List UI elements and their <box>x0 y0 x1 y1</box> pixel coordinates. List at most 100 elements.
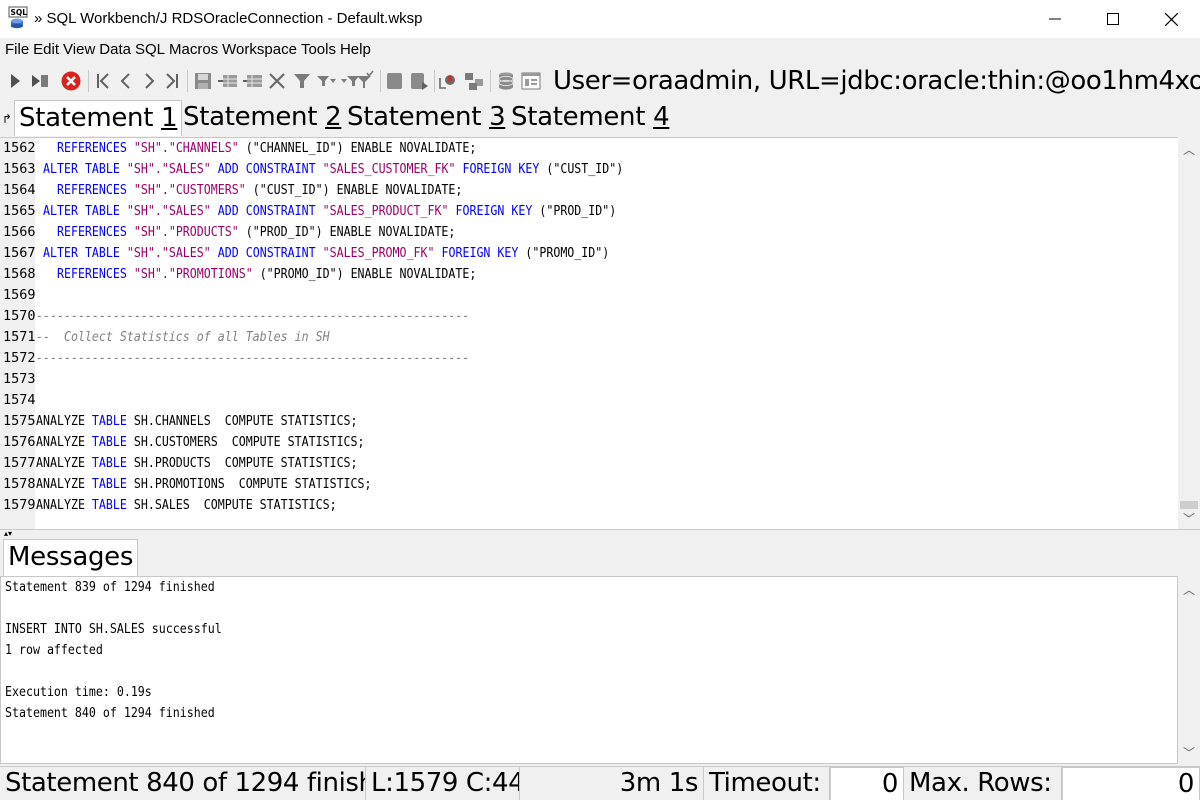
max-rows-input[interactable]: 0 <box>1062 767 1200 800</box>
tab-messages[interactable]: Messages <box>3 539 139 576</box>
sql-keyword: TABLE <box>91 413 127 429</box>
cancel-icon <box>61 71 81 91</box>
minimize-button[interactable] <box>1026 0 1084 38</box>
commit-button[interactable] <box>384 70 406 92</box>
tab-label: Statement <box>19 103 162 133</box>
scroll-thumb[interactable] <box>1180 501 1198 509</box>
save-button[interactable] <box>192 70 214 92</box>
line-number: 1578 <box>3 476 36 492</box>
next-record-button[interactable] <box>138 70 160 92</box>
reset-filter-button[interactable] <box>353 70 375 92</box>
line-number: 1563 <box>3 161 36 177</box>
messages-vertical-scrollbar[interactable]: ︿ ﹀ <box>1178 576 1200 764</box>
sql-keyword: TABLE <box>91 497 127 513</box>
toolbar: User=oraadmin, URL=jdbc:oracle:thin:@oo1… <box>0 62 1200 100</box>
database-explorer-button[interactable] <box>520 70 542 92</box>
sql-keyword: TABLE <box>91 476 127 492</box>
line-code: ALTER TABLE "SH"."SALES" ADD CONSTRAINT … <box>36 159 623 180</box>
execute-button[interactable] <box>4 70 26 92</box>
cancel-statement-button[interactable] <box>60 70 82 92</box>
explorer-icon <box>521 72 541 90</box>
sql-comment: ----------------------------------------… <box>36 350 470 366</box>
messages-tab-bar: Messages <box>0 539 1200 576</box>
sql-text: ("CHANNEL_ID") ENABLE NOVALIDATE; <box>238 140 477 156</box>
rollback-button[interactable] <box>408 70 430 92</box>
grid-button[interactable] <box>463 70 485 92</box>
sql-keyword: ALTER TABLE <box>43 203 120 219</box>
splitter-arrows-icon[interactable]: ▴▾ <box>4 530 12 538</box>
tab-menu-icon[interactable]: ↱ <box>2 112 12 126</box>
last-icon <box>166 73 178 89</box>
execute-current-button[interactable] <box>29 70 51 92</box>
database-button[interactable] <box>495 70 517 92</box>
delete-row-icon <box>269 73 285 89</box>
title-bar: SQL » SQL Workbench/J RDSOracleConnectio… <box>0 0 1200 38</box>
tab-mnemonic: 2 <box>325 102 342 132</box>
scroll-down-icon[interactable]: ﹀ <box>1178 743 1200 761</box>
sql-workbench-app-icon[interactable]: SQL <box>8 6 32 30</box>
tab-mnemonic: 3 <box>489 102 506 132</box>
line-code: ANALYZE TABLE SH.CUSTOMERS COMPUTE STATI… <box>36 432 365 453</box>
filter-dropdown-button[interactable] <box>315 70 337 92</box>
menu-view[interactable]: View <box>59 38 95 62</box>
previous-record-button[interactable] <box>115 70 137 92</box>
menu-file[interactable]: File <box>0 38 29 62</box>
sql-keyword: ALTER TABLE <box>43 161 120 177</box>
menu-data[interactable]: Data <box>95 38 131 62</box>
line-code: REFERENCES "SH"."PROMOTIONS" ("PROMO_ID"… <box>36 264 476 285</box>
first-record-button[interactable] <box>92 70 114 92</box>
last-record-button[interactable] <box>161 70 183 92</box>
scroll-up-icon[interactable]: ︿ <box>1178 140 1200 158</box>
connection-info: User=oraadmin, URL=jdbc:oracle:thin:@oo1… <box>553 66 1200 96</box>
sql-identifier: "SH"."SALES" <box>126 245 211 261</box>
timeout-input[interactable]: 0 <box>830 767 904 800</box>
line-number: 1568 <box>3 266 36 282</box>
line-code: ALTER TABLE "SH"."SALES" ADD CONSTRAINT … <box>36 243 609 264</box>
sql-text: ("PROD_ID") <box>532 203 617 219</box>
sql-text: SH.SALES COMPUTE STATISTICS; <box>126 497 337 513</box>
menu-workspace[interactable]: Workspace <box>218 38 297 62</box>
copy-row-button[interactable] <box>242 70 264 92</box>
line-code: REFERENCES "SH"."CUSTOMERS" ("CUST_ID") … <box>36 180 462 201</box>
insert-row-button[interactable] <box>217 70 239 92</box>
sql-identifier: "SALES_CUSTOMER_FK" <box>322 161 456 177</box>
sql-identifier: "SALES_PRODUCT_FK" <box>322 203 449 219</box>
close-button[interactable] <box>1142 0 1200 38</box>
sql-editor[interactable]: 1562 REFERENCES "SH"."CHANNELS" ("CHANNE… <box>0 137 1178 529</box>
editor-vertical-scrollbar[interactable]: ︿ ﹀ <box>1178 137 1200 529</box>
menu-tools[interactable]: Tools <box>297 38 336 62</box>
scroll-up-icon[interactable]: ︿ <box>1178 580 1200 598</box>
line-number: 1562 <box>3 140 36 156</box>
tab-statement-4[interactable]: Statement 4 <box>507 100 673 136</box>
pane-splitter[interactable]: ▴▾ <box>0 529 1200 539</box>
sql-keyword: FOREIGN KEY <box>462 161 540 177</box>
line-number: 1569 <box>3 287 36 303</box>
lock-button[interactable] <box>438 70 460 92</box>
sql-keyword: ADD CONSTRAINT <box>217 161 316 177</box>
maximize-button[interactable] <box>1084 0 1142 38</box>
sql-keyword: REFERENCES <box>56 266 127 282</box>
tab-statement-3[interactable]: Statement 3 <box>343 100 509 136</box>
sql-text: SH.PRODUCTS COMPUTE STATISTICS; <box>126 455 358 471</box>
menu-edit[interactable]: Edit <box>29 38 59 62</box>
scroll-down-icon[interactable]: ﹀ <box>1178 509 1200 527</box>
menu-sql[interactable]: SQL <box>131 38 165 62</box>
sql-text: ANALYZE <box>36 455 92 471</box>
sql-keyword: ALTER TABLE <box>43 245 120 261</box>
tab-statement-2[interactable]: Statement 2 <box>179 100 345 136</box>
tab-statement-1[interactable]: Statement 1 <box>14 100 183 136</box>
line-code: ALTER TABLE "SH"."SALES" ADD CONSTRAINT … <box>36 201 616 222</box>
grid-icon <box>465 73 483 90</box>
filter-button[interactable] <box>291 70 313 92</box>
messages-panel[interactable]: Statement 839 of 1294 finished INSERT INT… <box>0 576 1178 764</box>
menu-macros[interactable]: Macros <box>165 38 218 62</box>
menu-help[interactable]: Help <box>336 38 371 62</box>
tab-label: Statement <box>347 102 490 132</box>
close-icon <box>1164 12 1178 26</box>
delete-row-button[interactable] <box>266 70 288 92</box>
